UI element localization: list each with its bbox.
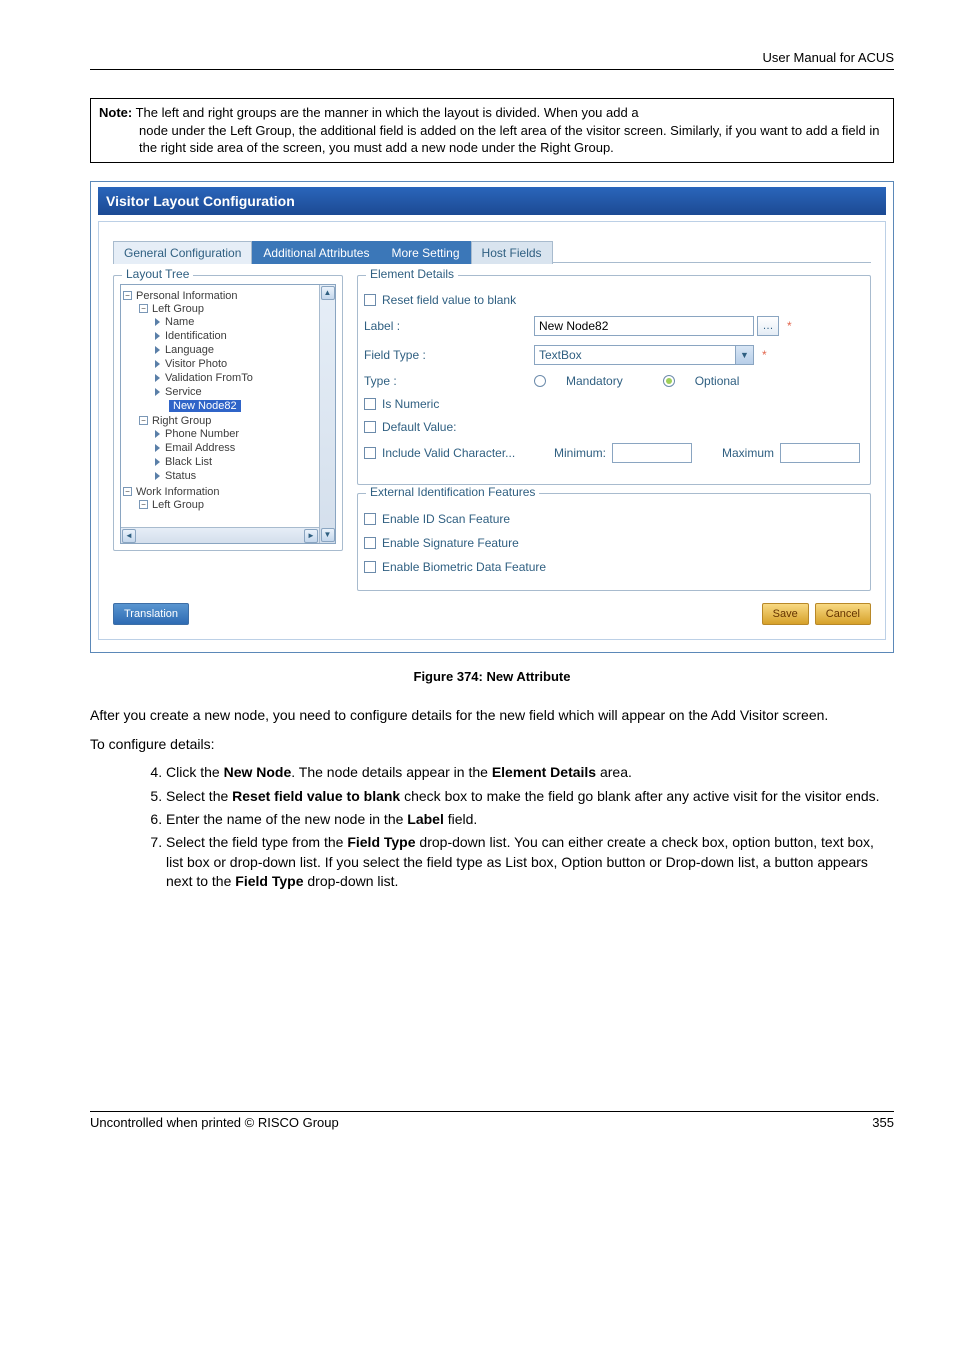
body-para-1: After you create a new node, you need to… (90, 706, 894, 725)
enable-signature-label: Enable Signature Feature (382, 536, 519, 550)
type-label: Type : (364, 374, 397, 388)
steps-list: Click the New Node. The node details app… (166, 763, 894, 891)
isnumeric-label: Is Numeric (382, 397, 439, 411)
tree-node-newnode82[interactable]: New Node82 (155, 399, 331, 413)
tree-node-visitor-photo[interactable]: Visitor Photo (155, 357, 331, 371)
note-text-rest: node under the Left Group, the additiona… (99, 122, 885, 157)
footer-left: Uncontrolled when printed © RISCO Group (90, 1115, 339, 1130)
external-identification-legend: External Identification Features (366, 485, 539, 499)
external-identification-fieldset: External Identification Features Enable … (357, 493, 871, 591)
required-star-icon: * (787, 319, 792, 333)
tree-node-email-address[interactable]: Email Address (155, 441, 331, 455)
screenshot-panel: Visitor Layout Configuration General Con… (90, 181, 894, 653)
footer-page-number: 355 (872, 1115, 894, 1130)
tree-node-identification[interactable]: Identification (155, 329, 331, 343)
minimum-label: Minimum: (554, 446, 606, 460)
label-more-button[interactable]: … (757, 316, 779, 336)
tab-general[interactable]: General Configuration (113, 241, 252, 264)
note-text-first: The left and right groups are the manner… (132, 105, 638, 120)
enable-idscan-checkbox[interactable] (364, 513, 376, 525)
element-details-legend: Element Details (366, 267, 458, 281)
layout-tree-fieldset: Layout Tree −Personal Information −Left … (113, 275, 343, 551)
scroll-up-icon[interactable]: ▲ (321, 286, 335, 300)
note-box: Note: The left and right groups are the … (90, 98, 894, 163)
fieldtype-label: Field Type : (364, 348, 426, 362)
tree-node-left-group[interactable]: −Left Group Name Identification Language… (139, 302, 331, 414)
step-4: Click the New Node. The node details app… (166, 763, 894, 782)
enable-signature-checkbox[interactable] (364, 537, 376, 549)
page-header-right: User Manual for ACUS (90, 50, 894, 70)
tree-node-service[interactable]: Service (155, 385, 331, 399)
tree-node-validation-fromto[interactable]: Validation FromTo (155, 371, 331, 385)
scroll-right-icon[interactable]: ► (304, 529, 318, 543)
maximum-input[interactable] (780, 443, 860, 463)
label-input[interactable] (534, 316, 754, 336)
element-details-fieldset: Element Details Reset field value to bla… (357, 275, 871, 485)
tree-node-personal-info[interactable]: −Personal Information −Left Group Name I… (123, 289, 331, 485)
layout-tree-box[interactable]: −Personal Information −Left Group Name I… (120, 284, 336, 544)
type-mandatory-option[interactable]: Mandatory (534, 374, 643, 388)
defaultvalue-checkbox[interactable] (364, 421, 376, 433)
enable-idscan-label: Enable ID Scan Feature (382, 512, 510, 526)
tab-spacer (553, 262, 871, 263)
tree-node-black-list[interactable]: Black List (155, 455, 331, 469)
includevalid-checkbox[interactable] (364, 447, 376, 459)
tab-additional-attributes[interactable]: Additional Attributes (252, 241, 380, 264)
tree-vertical-scrollbar[interactable]: ▲ ▼ (319, 285, 335, 543)
tree-node-right-group[interactable]: −Right Group Phone Number Email Address … (139, 414, 331, 484)
tree-horizontal-scrollbar[interactable]: ◄ ► (121, 527, 319, 543)
step-6: Enter the name of the new node in the La… (166, 810, 894, 829)
tree-node-left-group-2[interactable]: −Left Group (139, 498, 331, 512)
figure-caption: Figure 374: New Attribute (90, 669, 894, 684)
tabs-row: General Configuration Additional Attribu… (113, 240, 871, 263)
tab-more-setting[interactable]: More Setting (380, 241, 470, 264)
radio-mandatory[interactable] (534, 375, 546, 387)
defaultvalue-label: Default Value: (382, 420, 457, 434)
maximum-label: Maximum (722, 446, 774, 460)
tree-node-work-information[interactable]: −Work Information −Left Group (123, 485, 331, 513)
tab-host-fields[interactable]: Host Fields (471, 241, 553, 264)
layout-tree-legend: Layout Tree (122, 267, 193, 281)
label-label: Label : (364, 319, 400, 333)
isnumeric-checkbox[interactable] (364, 398, 376, 410)
fieldtype-select[interactable]: TextBox ▼ (534, 345, 754, 365)
dialog-title: Visitor Layout Configuration (98, 187, 886, 215)
type-optional-option[interactable]: Optional (663, 374, 760, 388)
tree-node-status[interactable]: Status (155, 469, 331, 483)
minimum-input[interactable] (612, 443, 692, 463)
scroll-down-icon[interactable]: ▼ (321, 528, 335, 542)
dialog-body: General Configuration Additional Attribu… (98, 221, 886, 640)
required-star-icon-2: * (762, 348, 767, 362)
save-button[interactable]: Save (762, 603, 809, 625)
translation-button[interactable]: Translation (113, 603, 189, 625)
cancel-button[interactable]: Cancel (815, 603, 871, 625)
reset-field-checkbox[interactable] (364, 294, 376, 306)
tree-node-name[interactable]: Name (155, 315, 331, 329)
body-para-2: To configure details: (90, 735, 894, 754)
step-7: Select the field type from the Field Typ… (166, 833, 894, 891)
scroll-left-icon[interactable]: ◄ (122, 529, 136, 543)
step-5: Select the Reset field value to blank ch… (166, 787, 894, 806)
reset-field-label: Reset field value to blank (382, 293, 516, 307)
radio-optional[interactable] (663, 375, 675, 387)
chevron-down-icon: ▼ (735, 346, 753, 364)
enable-biometric-label: Enable Biometric Data Feature (382, 560, 546, 574)
tree-node-language[interactable]: Language (155, 343, 331, 357)
tree-node-phone-number[interactable]: Phone Number (155, 427, 331, 441)
fieldtype-value: TextBox (535, 346, 735, 364)
enable-biometric-checkbox[interactable] (364, 561, 376, 573)
includevalid-label: Include Valid Character... (382, 446, 515, 460)
note-label: Note: (99, 105, 132, 120)
